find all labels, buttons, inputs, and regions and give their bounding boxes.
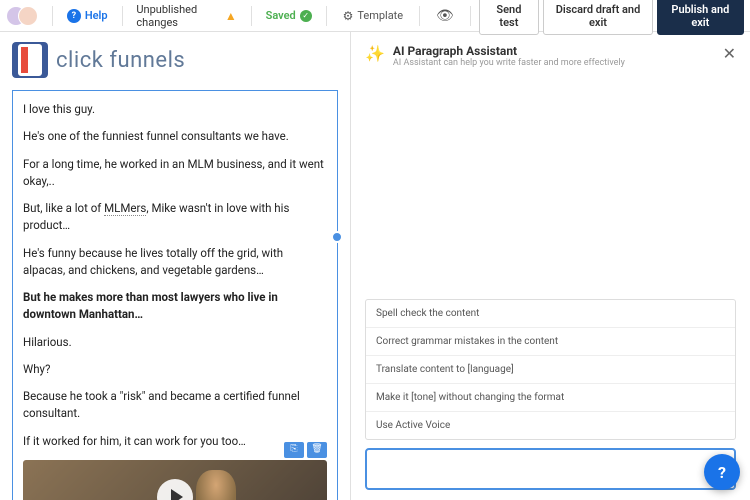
suggestion-item[interactable]: Correct grammar mistakes in the content (366, 328, 735, 356)
avatar[interactable] (18, 6, 38, 26)
divider (470, 6, 471, 26)
saved-label: Saved (266, 9, 296, 22)
paragraph[interactable]: But, like a lot of MLMers, Mike wasn't i… (23, 200, 327, 235)
delete-block-button[interactable]: 🗑 (307, 442, 327, 458)
divider (326, 6, 327, 26)
paragraph-bold[interactable]: But he makes more than most lawyers who … (23, 289, 327, 324)
ai-prompt-input[interactable] (365, 448, 736, 490)
ai-assistant-panel: ✨ AI Paragraph Assistant AI Assistant ca… (350, 32, 750, 500)
video-block[interactable] (23, 460, 327, 500)
suggestion-list: Spell check the content Correct grammar … (365, 299, 736, 440)
template-label: Template (357, 9, 403, 22)
suggestion-item[interactable]: Translate content to [language] (366, 356, 735, 384)
suggestion-item[interactable]: Spell check the content (366, 300, 735, 328)
text-editor-block[interactable]: I love this guy. He's one of the funnies… (12, 90, 338, 500)
paragraph[interactable]: He's funny because he lives totally off … (23, 245, 327, 280)
logo-text: click funnels (56, 48, 185, 73)
play-button[interactable] (157, 479, 193, 500)
preview-button[interactable]: 👁 (428, 4, 462, 28)
paragraph[interactable]: Because he took a "risk" and became a ce… (23, 388, 327, 423)
play-icon (171, 489, 183, 500)
paragraph[interactable]: Why? (23, 361, 327, 378)
gear-icon: ⚙ (343, 9, 354, 23)
question-icon: ? (718, 463, 726, 482)
paragraph[interactable]: He's one of the funniest funnel consulta… (23, 128, 327, 145)
divider (52, 6, 53, 26)
check-icon: ✓ (300, 10, 312, 22)
block-actions: ⎘ 🗑 (284, 442, 327, 458)
selection-handle-icon[interactable] (331, 231, 343, 243)
paragraph[interactable]: I love this guy. (23, 101, 327, 118)
paragraph[interactable]: If it worked for him, it can work for yo… (23, 433, 327, 450)
help-label: Help (85, 9, 108, 22)
panel-subtitle: AI Assistant can help you write faster a… (393, 58, 625, 68)
logo-mark-icon (12, 42, 48, 78)
top-toolbar: ? Help Unpublished changes ▲ Saved ✓ ⚙ T… (0, 0, 750, 32)
suggestion-item[interactable]: Make it [tone] without changing the form… (366, 384, 735, 412)
unpublished-status[interactable]: Unpublished changes ▲ (130, 0, 242, 33)
wand-icon: ✨ (365, 44, 385, 63)
text-dotted: MLMers (104, 201, 146, 216)
text: But, like a lot of (23, 201, 104, 215)
collaborator-avatars[interactable] (6, 6, 38, 26)
help-fab-button[interactable]: ? (704, 454, 740, 490)
panel-header: ✨ AI Paragraph Assistant AI Assistant ca… (365, 44, 736, 68)
suggestion-item[interactable]: Use Active Voice (366, 412, 735, 439)
eye-icon: 👁 (436, 8, 454, 24)
help-icon: ? (67, 9, 81, 23)
divider (419, 6, 420, 26)
panel-body (365, 72, 736, 299)
help-button[interactable]: ? Help (61, 5, 114, 27)
paragraph[interactable]: Hilarious. (23, 334, 327, 351)
saved-status: Saved ✓ (260, 5, 318, 26)
discard-button[interactable]: Discard draft and exit (543, 0, 652, 35)
divider (122, 6, 123, 26)
logo: click funnels (12, 42, 338, 78)
paragraph[interactable]: For a long time, he worked in an MLM bus… (23, 156, 327, 191)
publish-button[interactable]: Publish and exit (657, 0, 744, 35)
editor-canvas: click funnels I love this guy. He's one … (0, 32, 350, 500)
divider (251, 6, 252, 26)
panel-title: AI Paragraph Assistant (393, 44, 625, 58)
close-panel-button[interactable]: ✕ (723, 44, 736, 63)
send-test-button[interactable]: Send test (479, 0, 540, 35)
unpublished-label: Unpublished changes (136, 3, 220, 29)
template-button[interactable]: ⚙ Template (335, 5, 412, 27)
copy-block-button[interactable]: ⎘ (284, 442, 304, 458)
video-thumbnail-image (196, 470, 236, 500)
warning-icon: ▲ (225, 9, 237, 23)
main-area: click funnels I love this guy. He's one … (0, 32, 750, 500)
